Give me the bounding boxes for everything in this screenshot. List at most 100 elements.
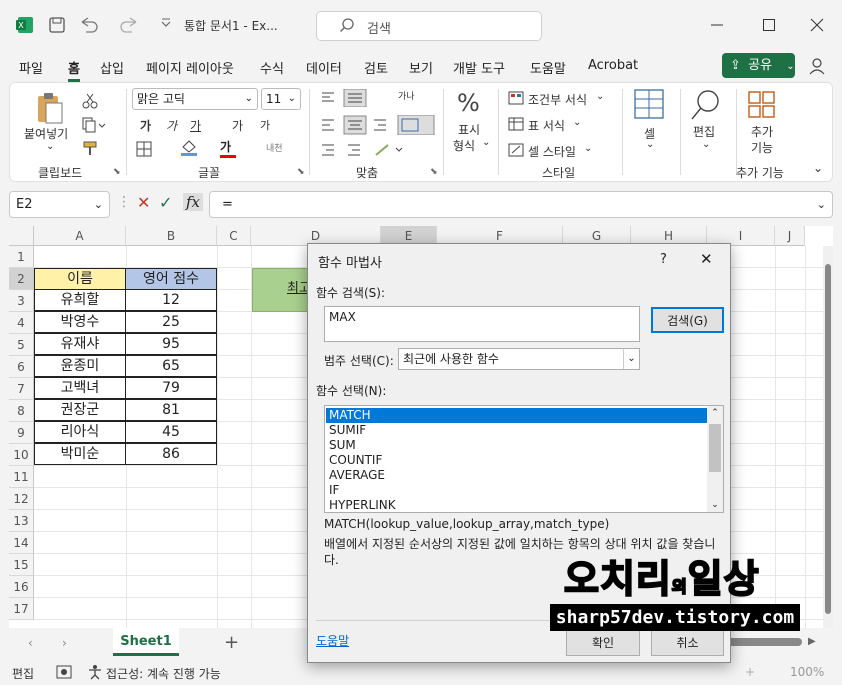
close-icon[interactable]	[810, 18, 824, 32]
function-list-item[interactable]: SUM	[326, 438, 707, 453]
name-cell[interactable]: 권장군	[34, 399, 126, 421]
next-sheet-icon[interactable]: ›	[62, 636, 67, 650]
name-cell[interactable]: 유희할	[34, 289, 126, 311]
underline-button[interactable]: 가	[190, 117, 201, 134]
chevron-down-icon[interactable]: ⌄	[584, 143, 592, 154]
select-all-corner[interactable]	[9, 226, 34, 246]
help-link[interactable]: 도움말	[316, 632, 349, 649]
row-header-12[interactable]: 12	[9, 488, 34, 510]
tab-view[interactable]: 보기	[409, 58, 433, 77]
help-icon[interactable]: ?	[660, 252, 667, 267]
search-button[interactable]: 검색(G)	[651, 307, 724, 333]
row-header-17[interactable]: 17	[9, 598, 34, 620]
font-size-select[interactable]: 11 ⌄	[261, 88, 301, 110]
search-box[interactable]: 검색	[316, 11, 542, 41]
tab-file[interactable]: 파일	[19, 58, 43, 77]
add-ins-label-1[interactable]: 추가	[751, 123, 773, 140]
save-icon[interactable]	[48, 16, 66, 34]
minimize-icon[interactable]	[710, 18, 724, 32]
name-cell[interactable]: 박미순	[34, 443, 126, 465]
undo-icon[interactable]	[78, 16, 102, 34]
ok-button[interactable]: 확인	[566, 630, 640, 656]
add-ins-icon[interactable]	[748, 91, 776, 119]
fill-color-icon[interactable]	[180, 139, 198, 157]
tab-data[interactable]: 데이터	[306, 58, 342, 77]
indent-icon[interactable]	[318, 141, 418, 159]
function-list[interactable]: MATCH SUMIF SUM COUNTIF AVERAGE IF HYPERLINK ⌃…	[324, 405, 724, 513]
score-cell[interactable]: 95	[125, 333, 217, 355]
sheet-tab-sheet1[interactable]: Sheet1	[113, 628, 179, 656]
font-color-button[interactable]: 가	[220, 138, 236, 158]
add-sheet-icon[interactable]: +	[224, 632, 239, 653]
redo-icon[interactable]	[116, 16, 140, 34]
row-header-14[interactable]: 14	[9, 532, 34, 554]
header-score-cell[interactable]: 영어 점수	[125, 268, 217, 290]
name-cell[interactable]: 유재샤	[34, 333, 126, 355]
row-header-8[interactable]: 8	[9, 400, 34, 422]
cells-icon[interactable]	[634, 89, 664, 119]
name-cell[interactable]: 리아식	[34, 421, 126, 443]
row-header-4[interactable]: 4	[9, 312, 34, 334]
score-cell[interactable]: 25	[125, 311, 217, 333]
chevron-down-icon[interactable]: ⌄	[482, 137, 490, 148]
row-header-11[interactable]: 11	[9, 466, 34, 488]
align-top-icon[interactable]	[318, 89, 398, 107]
column-header-j[interactable]: J	[775, 226, 805, 246]
share-button[interactable]: ⇪ 공유 ⌄	[722, 53, 795, 78]
chevron-down-icon[interactable]: ⌄	[573, 117, 581, 128]
row-header-16[interactable]: 16	[9, 576, 34, 598]
chevron-down-icon[interactable]: ⌄	[702, 139, 710, 150]
zoom-level[interactable]: 100%	[790, 665, 824, 679]
scroll-down-icon[interactable]: ⌄	[707, 498, 723, 512]
prev-sheet-icon[interactable]: ‹	[28, 636, 33, 650]
format-painter-icon[interactable]	[82, 141, 98, 157]
row-header-10[interactable]: 10	[9, 444, 34, 466]
function-list-item[interactable]: AVERAGE	[326, 468, 707, 483]
italic-button[interactable]: 가	[166, 117, 177, 134]
column-header-a[interactable]: A	[34, 226, 126, 246]
align-center-icon[interactable]	[318, 115, 438, 135]
tab-formulas[interactable]: 수식	[260, 58, 284, 77]
border-icon[interactable]	[136, 141, 152, 157]
vertical-scroll-thumb[interactable]	[825, 264, 831, 614]
row-header-1[interactable]: 1	[9, 246, 34, 268]
function-list-item[interactable]: HYPERLINK	[326, 498, 707, 512]
find-icon[interactable]	[690, 89, 722, 121]
cancel-entry-icon[interactable]: ✕	[137, 193, 150, 212]
chevron-down-icon[interactable]: ⌄	[646, 139, 654, 150]
cancel-button[interactable]: 취소	[651, 630, 724, 656]
score-cell[interactable]: 45	[125, 421, 217, 443]
person-icon[interactable]	[809, 57, 827, 75]
paste-icon[interactable]	[34, 91, 66, 125]
row-header-6[interactable]: 6	[9, 356, 34, 378]
row-header-15[interactable]: 15	[9, 554, 34, 576]
ribbon-collapse-icon[interactable]: ⌄	[813, 161, 823, 175]
accessibility-icon[interactable]	[87, 664, 103, 680]
macro-record-icon[interactable]	[56, 665, 72, 679]
tab-page-layout[interactable]: 페이지 레이아웃	[146, 58, 234, 77]
name-cell[interactable]: 윤종미	[34, 355, 126, 377]
horizontal-scroll-thumb[interactable]	[720, 638, 802, 646]
dialog-launcher-icon[interactable]: ⬊	[113, 167, 121, 177]
tab-home[interactable]: 홈	[68, 58, 80, 82]
score-cell[interactable]: 65	[125, 355, 217, 377]
maximize-icon[interactable]	[762, 18, 776, 32]
row-header-7[interactable]: 7	[9, 378, 34, 400]
percent-icon[interactable]: %	[457, 89, 480, 117]
accessibility-status[interactable]: 접근성: 계속 진행 가능	[106, 665, 221, 682]
zoom-slider[interactable]: +	[745, 665, 755, 679]
scroll-up-icon[interactable]: ⌃	[707, 406, 723, 420]
tab-insert[interactable]: 삽입	[100, 58, 124, 77]
function-list-item[interactable]: COUNTIF	[326, 453, 707, 468]
cut-icon[interactable]	[82, 93, 98, 109]
row-header-2[interactable]: 2	[9, 268, 34, 290]
dialog-launcher-icon[interactable]: ⬊	[430, 167, 438, 177]
cell-style-icon[interactable]	[508, 143, 524, 157]
conditional-format-icon[interactable]	[508, 91, 524, 105]
column-header-c[interactable]: C	[217, 226, 251, 246]
list-scrollbar[interactable]: ⌃ ⌄	[707, 406, 723, 512]
name-cell[interactable]: 고백녀	[34, 377, 126, 399]
bold-button[interactable]: 가	[140, 117, 151, 134]
table-format-icon[interactable]	[508, 117, 524, 131]
function-list-item[interactable]: IF	[326, 483, 707, 498]
